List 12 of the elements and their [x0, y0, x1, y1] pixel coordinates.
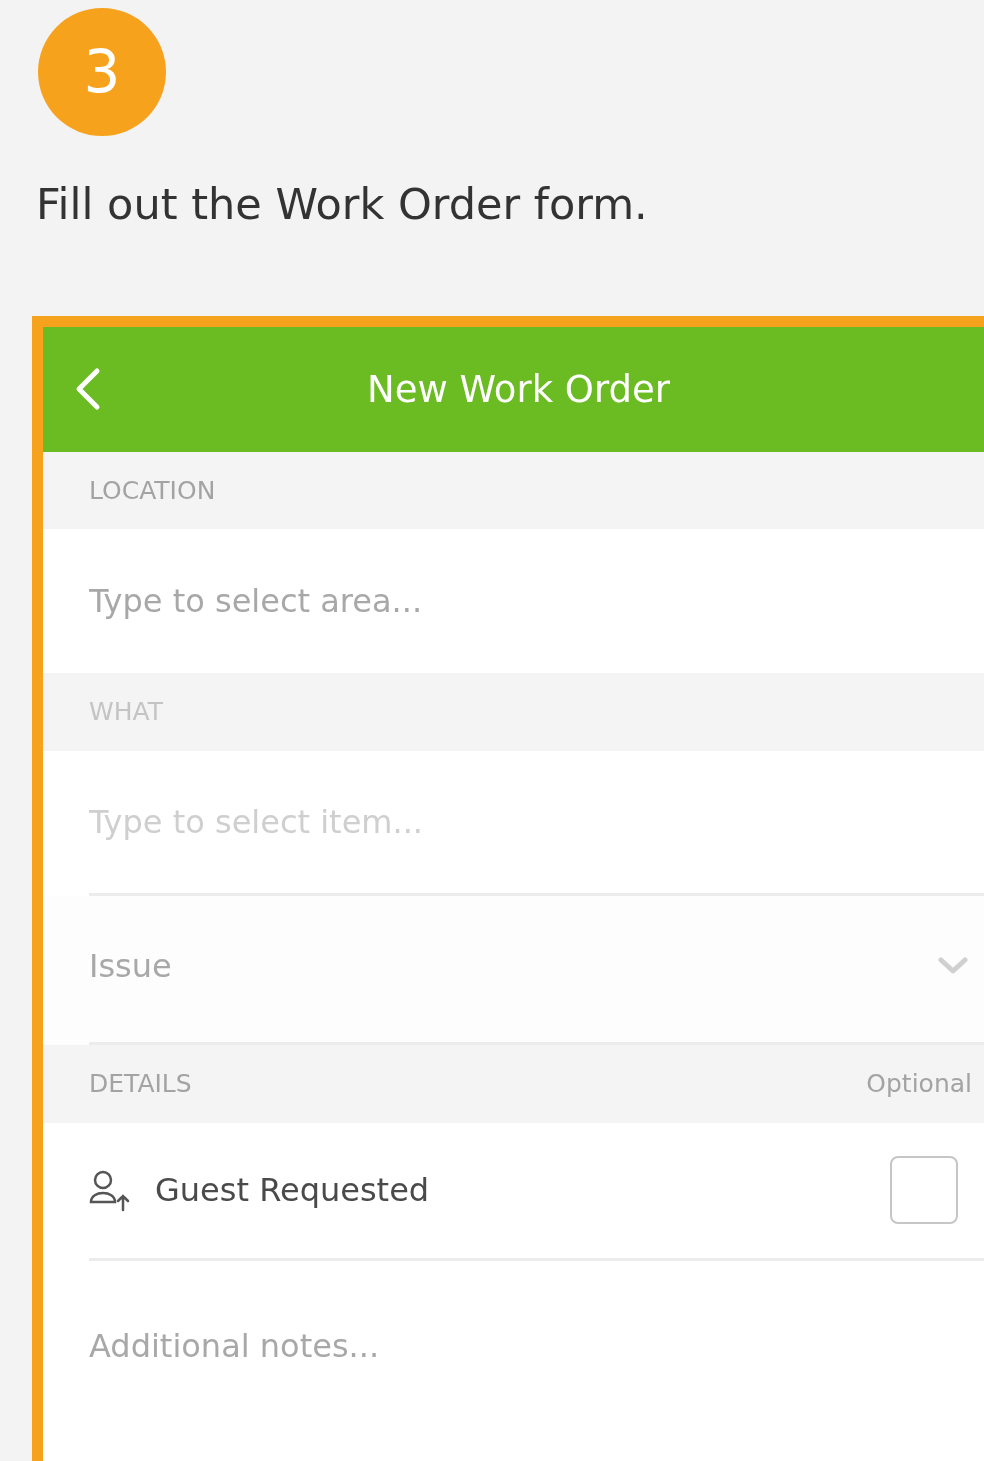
notes-field[interactable]: Additional notes... — [89, 1261, 984, 1461]
guest-requested-label: Guest Requested — [155, 1171, 431, 1210]
checkbox[interactable] — [890, 1156, 958, 1225]
chevron-down-icon — [938, 957, 968, 976]
screen-title: New Work Order — [366, 367, 671, 411]
optional-label: Optional — [866, 1069, 972, 1099]
step-number-badge: 3 — [38, 8, 166, 136]
instruction-text: Fill out the Work Order form. — [36, 178, 649, 231]
section-label: LOCATION — [89, 475, 216, 505]
back-icon — [75, 367, 101, 412]
section-label: DETAILS — [89, 1069, 192, 1099]
item-field[interactable]: Type to select area... — [89, 576, 968, 625]
